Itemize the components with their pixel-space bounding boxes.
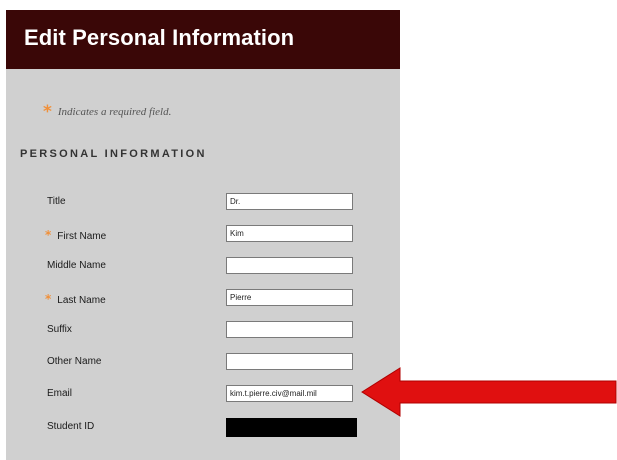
screenshot-page: Edit Personal Information * Indicates a r…: [0, 0, 617, 460]
page-title: Edit Personal Information: [24, 25, 295, 50]
required-asterisk-icon: *: [43, 102, 52, 122]
form-row-middle-name: Middle Name: [6, 257, 400, 277]
other-name-input[interactable]: [226, 353, 353, 370]
form-row-suffix: Suffix: [6, 321, 400, 341]
email-label: Email: [47, 388, 73, 399]
form-row-first-name: * First Name: [6, 225, 400, 245]
title-input[interactable]: [226, 193, 353, 210]
required-asterisk-icon: *: [45, 292, 52, 306]
last-name-label: Last Name: [57, 295, 106, 306]
red-arrow-icon: [361, 367, 617, 417]
student-id-redacted-field: [226, 418, 357, 437]
email-input[interactable]: [226, 385, 353, 402]
section-title: PERSONAL INFORMATION: [20, 148, 207, 160]
form-row-email: Email: [6, 385, 400, 405]
student-id-label: Student ID: [47, 421, 95, 432]
required-asterisk-icon: *: [45, 228, 52, 242]
form-row-student-id: Student ID: [6, 418, 400, 438]
panel-header: Edit Personal Information: [6, 10, 400, 69]
last-name-label-wrap: * Last Name: [45, 292, 106, 306]
first-name-label-wrap: * First Name: [45, 228, 107, 242]
form-row-other-name: Other Name: [6, 353, 400, 373]
middle-name-label: Middle Name: [47, 260, 106, 271]
required-field-note: * Indicates a required field.: [43, 102, 171, 122]
suffix-input[interactable]: [226, 321, 353, 338]
red-arrow-shape: [361, 367, 617, 417]
first-name-label: First Name: [57, 231, 107, 242]
suffix-label: Suffix: [47, 324, 72, 335]
other-name-label: Other Name: [47, 356, 102, 367]
title-label: Title: [47, 196, 66, 207]
edit-personal-info-panel: Edit Personal Information * Indicates a r…: [6, 10, 400, 460]
middle-name-input[interactable]: [226, 257, 353, 274]
form-row-title: Title: [6, 193, 400, 213]
required-note-text: Indicates a required field.: [57, 106, 172, 118]
first-name-input[interactable]: [226, 225, 353, 242]
form-row-last-name: * Last Name: [6, 289, 400, 309]
last-name-input[interactable]: [226, 289, 353, 306]
